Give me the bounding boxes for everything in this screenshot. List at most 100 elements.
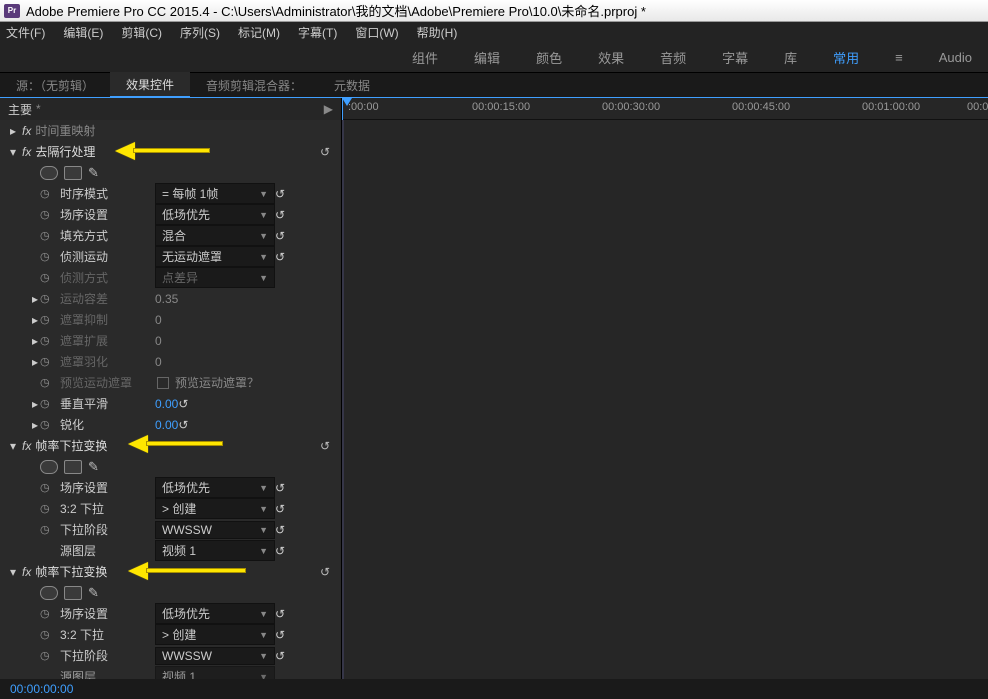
ellipse-mask-icon[interactable] [40,460,58,474]
reset-icon[interactable]: ↺ [178,397,188,411]
dropdown[interactable]: > 创建▼ [155,624,275,645]
reset-icon[interactable]: ↺ [275,481,285,495]
rect-mask-icon[interactable] [64,166,82,180]
twirl-icon[interactable]: ▸ [30,292,40,306]
stopwatch-icon[interactable]: ◷ [40,481,54,494]
reset-icon[interactable]: ↺ [317,564,333,580]
dropdown-motion-detect[interactable]: 无运动遮罩▼ [155,246,275,267]
reset-icon[interactable]: ↺ [275,544,285,558]
menu-clip[interactable]: 剪辑(C) [121,24,162,41]
twirl-icon[interactable]: ▸ [30,313,40,327]
stopwatch-icon[interactable]: ◷ [40,313,54,326]
dropdown-field-order[interactable]: 低场优先▼ [155,204,275,225]
dropdown[interactable]: WWSSW▼ [155,521,275,539]
reset-icon[interactable]: ↺ [275,208,285,222]
workspace-menu-icon[interactable]: ≡ [895,50,903,65]
reset-icon[interactable]: ↺ [275,628,285,642]
twirl-icon[interactable]: ▸ [30,334,40,348]
workspace-effects[interactable]: 效果 [598,48,624,67]
stopwatch-icon[interactable]: ◷ [40,271,54,284]
dropdown[interactable]: 视频 1▼ [155,540,275,561]
reset-icon[interactable]: ↺ [275,523,285,537]
ellipse-mask-icon[interactable] [40,166,58,180]
time-ruler[interactable]: :00:00 00:00:15:00 00:00:30:00 00:00:45:… [342,98,988,120]
stopwatch-icon[interactable]: ◷ [40,355,54,368]
workspace-assembly[interactable]: 组件 [412,48,438,67]
reset-icon[interactable]: ↺ [317,144,333,160]
workspace-audio[interactable]: Audio [939,50,972,65]
menu-file[interactable]: 文件(F) [6,24,45,41]
reset-icon[interactable]: ↺ [275,649,285,663]
twirl-icon[interactable]: ▾ [8,145,18,159]
stopwatch-icon[interactable]: ◷ [40,523,54,536]
workspace-editing[interactable]: 编辑 [474,48,500,67]
effect-time-remap[interactable]: ▸ fx 时间重映射 [0,120,341,141]
menu-marker[interactable]: 标记(M) [238,24,280,41]
dropdown[interactable]: > 创建▼ [155,498,275,519]
timeline[interactable]: :00:00 00:00:15:00 00:00:30:00 00:00:45:… [342,98,988,679]
stopwatch-icon[interactable]: ◷ [40,250,54,263]
dropdown[interactable]: 视频 1▼ [155,666,275,679]
timecode[interactable]: 00:00:00:00 [10,682,73,696]
effect-pulldown-2[interactable]: ▾ fx 帧率下拉变换 ↺ [0,561,341,582]
stopwatch-icon[interactable]: ◷ [40,607,54,620]
reset-icon[interactable]: ↺ [275,607,285,621]
menu-title[interactable]: 字幕(T) [298,24,337,41]
prop-value[interactable]: 0.00 [155,418,178,432]
menu-edit[interactable]: 编辑(E) [63,24,103,41]
tab-source[interactable]: 源：（无剪辑） [0,72,110,98]
rect-mask-icon[interactable] [64,586,82,600]
stopwatch-icon[interactable]: ◷ [40,208,54,221]
twirl-icon[interactable]: ▸ [30,418,40,432]
go-to-playhead-icon[interactable]: ▶ [324,102,333,116]
reset-icon[interactable]: ↺ [178,418,188,432]
stopwatch-icon[interactable]: ◷ [40,418,54,431]
reset-icon[interactable]: ↺ [317,438,333,454]
reset-icon[interactable]: ↺ [275,502,285,516]
pen-mask-icon[interactable]: ✎ [88,459,99,475]
stopwatch-icon[interactable]: ◷ [40,229,54,242]
tab-metadata[interactable]: 元数据 [318,72,386,98]
dropdown-timing-mode[interactable]: = 每帧 1帧▼ [155,183,275,204]
dropdown[interactable]: WWSSW▼ [155,647,275,665]
tab-audio-mixer[interactable]: 音频剪辑混合器： [190,72,318,98]
stopwatch-icon[interactable]: ◷ [40,502,54,515]
stopwatch-icon[interactable]: ◷ [40,187,54,200]
stopwatch-icon[interactable]: ◷ [40,649,54,662]
stopwatch-icon[interactable]: ◷ [40,397,54,410]
stopwatch-icon[interactable]: ◷ [40,628,54,641]
prop-value[interactable]: 0.00 [155,397,178,411]
rect-mask-icon[interactable] [64,460,82,474]
workspace-common[interactable]: 常用 [833,48,859,67]
menu-sequence[interactable]: 序列(S) [180,24,220,41]
menu-window[interactable]: 窗口(W) [355,24,398,41]
effect-deinterlace[interactable]: ▾ fx 去隔行处理 ↺ [0,141,341,162]
pen-mask-icon[interactable]: ✎ [88,585,99,601]
dropdown[interactable]: 低场优先▼ [155,603,275,624]
twirl-icon[interactable]: ▸ [8,124,18,138]
pen-mask-icon[interactable]: ✎ [88,165,99,181]
stopwatch-icon[interactable]: ◷ [40,376,54,389]
twirl-icon[interactable]: ▾ [8,439,18,453]
menu-help[interactable]: 帮助(H) [417,24,458,41]
twirl-icon[interactable]: ▸ [30,355,40,369]
ellipse-mask-icon[interactable] [40,586,58,600]
twirl-icon[interactable]: ▸ [30,397,40,411]
stopwatch-icon[interactable]: ◷ [40,334,54,347]
reset-icon[interactable]: ↺ [275,250,285,264]
reset-icon[interactable]: ↺ [275,187,285,201]
dropdown[interactable]: 低场优先▼ [155,477,275,498]
workspace-titles[interactable]: 字幕 [722,48,748,67]
prop-value: 0 [155,334,162,348]
workspace-library[interactable]: 库 [784,48,797,67]
twirl-icon[interactable]: ▾ [8,565,18,579]
workspace-color[interactable]: 颜色 [536,48,562,67]
chevron-down-icon: ▼ [259,273,268,283]
workspace-audio-ws[interactable]: 音频 [660,48,686,67]
reset-icon[interactable]: ↺ [275,229,285,243]
stopwatch-icon[interactable]: ◷ [40,292,54,305]
effect-pulldown-1[interactable]: ▾ fx 帧率下拉变换 ↺ [0,435,341,456]
tab-effect-controls[interactable]: 效果控件 [110,72,190,98]
dropdown-fill-method[interactable]: 混合▼ [155,225,275,246]
timeline-body[interactable] [342,120,988,679]
